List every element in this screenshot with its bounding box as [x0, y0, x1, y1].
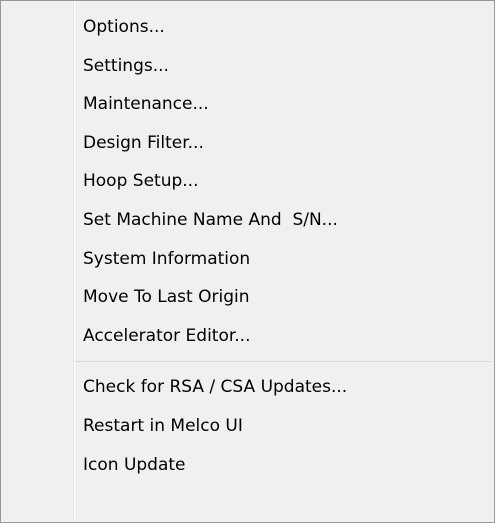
menu-item-label: Design Filter...	[83, 132, 204, 153]
menu-item-label: Hoop Setup...	[83, 171, 199, 192]
menu-item-label: Maintenance...	[83, 94, 209, 115]
menu-item-move-to-last-origin[interactable]: Move To Last Origin	[1, 278, 494, 317]
menu-item-label: Settings...	[83, 55, 169, 76]
menu-item-label: Restart in Melco UI	[83, 415, 243, 436]
menu-separator	[1, 355, 494, 368]
menu-item-label: Check for RSA / CSA Updates...	[83, 377, 348, 398]
menu-item-hoop-setup[interactable]: Hoop Setup...	[1, 162, 494, 201]
menu-item-restart-melco-ui[interactable]: Restart in Melco UI	[1, 407, 494, 446]
menu-item-label: Options...	[83, 17, 165, 37]
menu-item-icon-update[interactable]: Icon Update	[1, 446, 494, 485]
menu-item-set-machine-name[interactable]: Set Machine Name And S/N...	[1, 201, 494, 240]
menu-items: Options... Settings... Maintenance... De…	[1, 8, 494, 484]
menu-item-options[interactable]: Options...	[1, 8, 494, 47]
menu-item-label: Icon Update	[83, 454, 186, 475]
context-menu: Options... Settings... Maintenance... De…	[0, 0, 495, 523]
menu-item-check-updates[interactable]: Check for RSA / CSA Updates...	[1, 368, 494, 407]
menu-item-label: System Information	[83, 248, 251, 269]
menu-item-accelerator-editor[interactable]: Accelerator Editor...	[1, 317, 494, 356]
menu-item-label: Accelerator Editor...	[83, 325, 251, 346]
menu-item-design-filter[interactable]: Design Filter...	[1, 124, 494, 163]
menu-item-label: Set Machine Name And S/N...	[83, 209, 338, 230]
menu-item-label: Move To Last Origin	[83, 287, 250, 308]
menu-item-settings[interactable]: Settings...	[1, 47, 494, 86]
menu-item-system-information[interactable]: System Information	[1, 240, 494, 279]
menu-item-maintenance[interactable]: Maintenance...	[1, 85, 494, 124]
